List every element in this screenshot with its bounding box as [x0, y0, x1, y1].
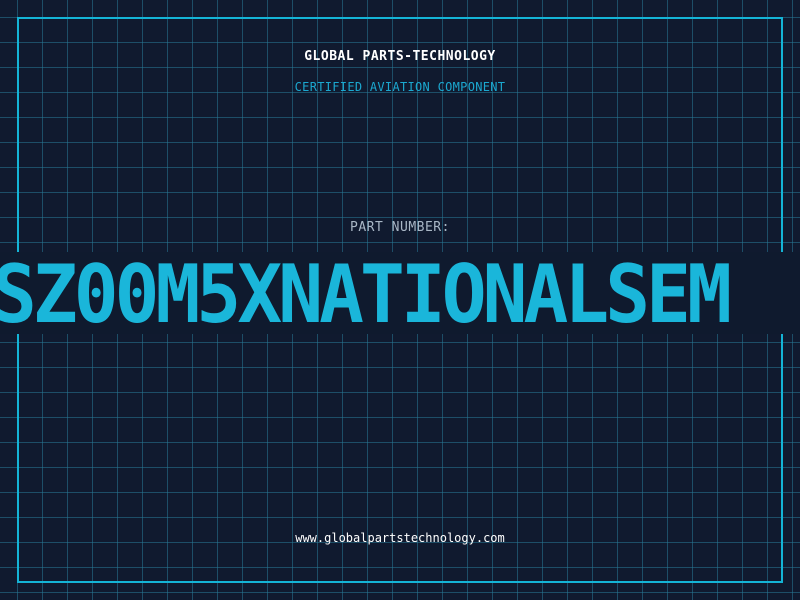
website-url: www.globalpartstechnology.com [295, 531, 505, 545]
company-name: GLOBAL PARTS-TECHNOLOGY [304, 49, 496, 64]
part-number-label: PART NUMBER: [350, 220, 450, 235]
part-number-band: SZ00M5XNATIONALSEM [0, 252, 800, 334]
tagline: CERTIFIED AVIATION COMPONENT [294, 80, 506, 94]
part-number-value: SZ00M5XNATIONALSEM [0, 252, 732, 335]
label-card: GLOBAL PARTS-TECHNOLOGY CERTIFIED AVIATI… [0, 0, 800, 600]
